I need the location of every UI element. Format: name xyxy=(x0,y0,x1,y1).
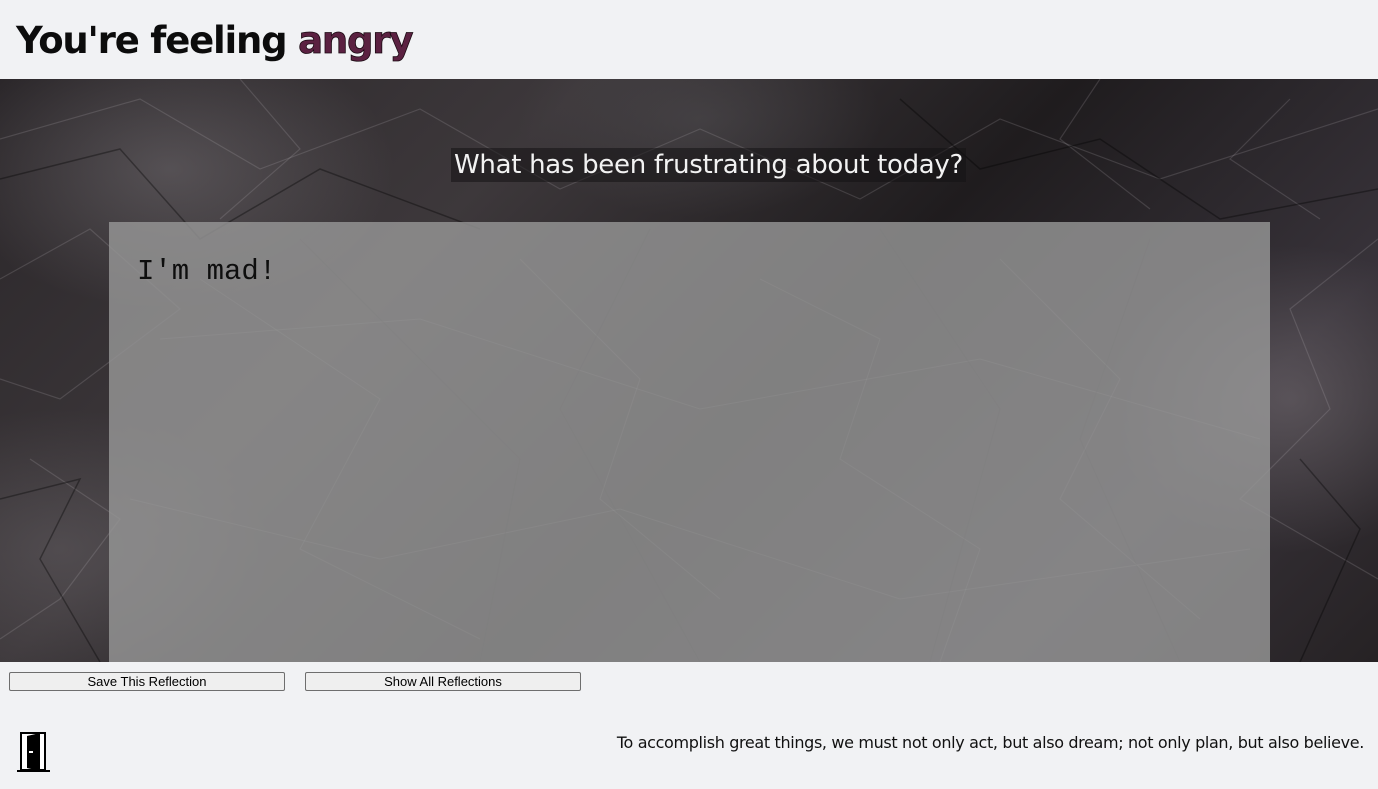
door-icon xyxy=(17,732,50,772)
show-all-reflections-button[interactable]: Show All Reflections xyxy=(305,672,581,691)
inspirational-quote: To accomplish great things, we must not … xyxy=(616,733,1365,752)
save-reflection-button[interactable]: Save This Reflection xyxy=(9,672,285,691)
title-prefix: You're feeling xyxy=(16,19,288,62)
reflection-stage: What has been frustrating about today? I… xyxy=(0,79,1378,662)
page-header: You're feeling angry xyxy=(0,0,1378,79)
reflection-textarea[interactable]: I'm mad! xyxy=(109,222,1270,662)
exit-door-link[interactable] xyxy=(16,731,52,773)
page-title: You're feeling angry xyxy=(16,18,414,64)
reflection-prompt: What has been frustrating about today? xyxy=(451,148,966,182)
mood-word: angry xyxy=(298,19,414,63)
